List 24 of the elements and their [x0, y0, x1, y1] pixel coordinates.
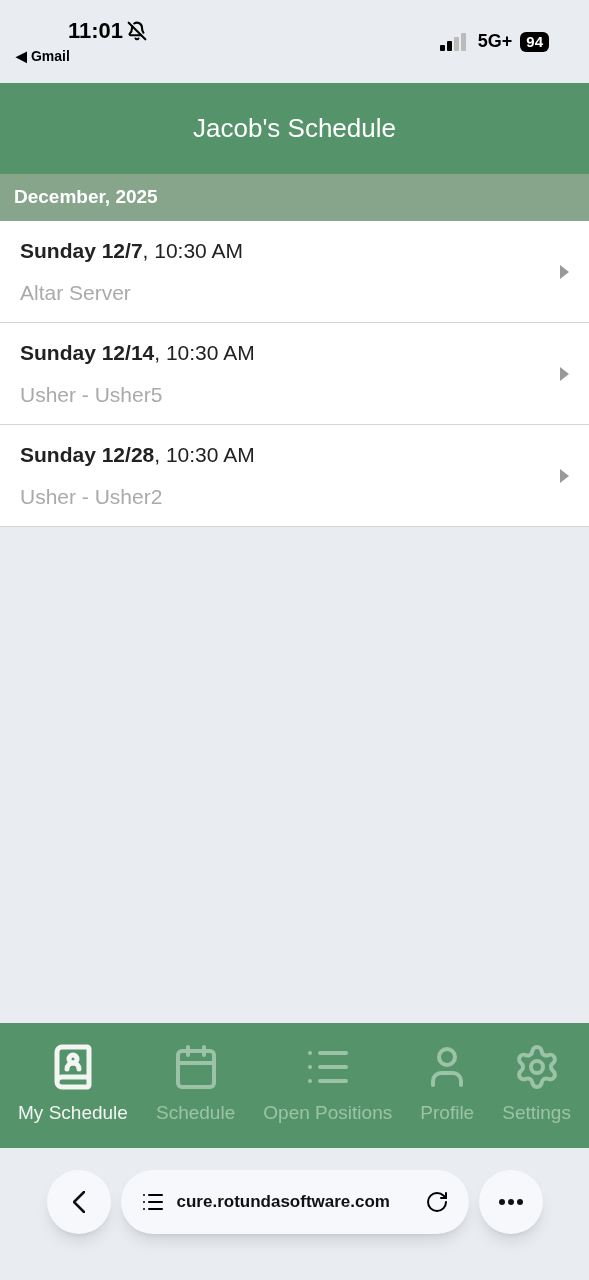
- caret-icon: [560, 264, 569, 279]
- reload-icon: [424, 1190, 449, 1214]
- back-to-app-link[interactable]: ◀ Gmail: [16, 46, 148, 67]
- schedule-item[interactable]: Sunday 12/14, 10:30 AM Usher - Usher5: [0, 323, 589, 425]
- page-title: Jacob's Schedule: [193, 112, 396, 145]
- month-header: December, 2025: [0, 174, 589, 221]
- back-icon: [72, 1191, 85, 1213]
- url-text: cure.rotundasoftware.com: [176, 1191, 391, 1214]
- caret-icon: [560, 366, 569, 381]
- event-role: Usher - Usher2: [20, 483, 164, 510]
- event-date-time: Sunday 12/14, 10:30 AM: [20, 340, 255, 366]
- schedule-item[interactable]: Sunday 12/28, 10:30 AM Usher - Usher2: [0, 425, 589, 527]
- event-role: Altar Server: [20, 279, 132, 306]
- more-icon: [498, 1199, 523, 1205]
- caret-icon: [560, 468, 569, 483]
- event-date-time: Sunday 12/7, 10:30 AM: [20, 238, 243, 264]
- event-role: Usher - Usher5: [20, 381, 164, 408]
- status-time: 11:01: [68, 20, 124, 42]
- battery-indicator: 94: [520, 31, 549, 52]
- event-date-time: Sunday 12/28, 10:30 AM: [20, 442, 255, 468]
- bell-off-icon: [127, 21, 148, 41]
- schedule-item[interactable]: Sunday 12/7, 10:30 AM Altar Server: [0, 221, 589, 323]
- network-label: 5G+: [477, 30, 513, 53]
- address-bar[interactable]: cure.rotundasoftware.com: [120, 1170, 469, 1234]
